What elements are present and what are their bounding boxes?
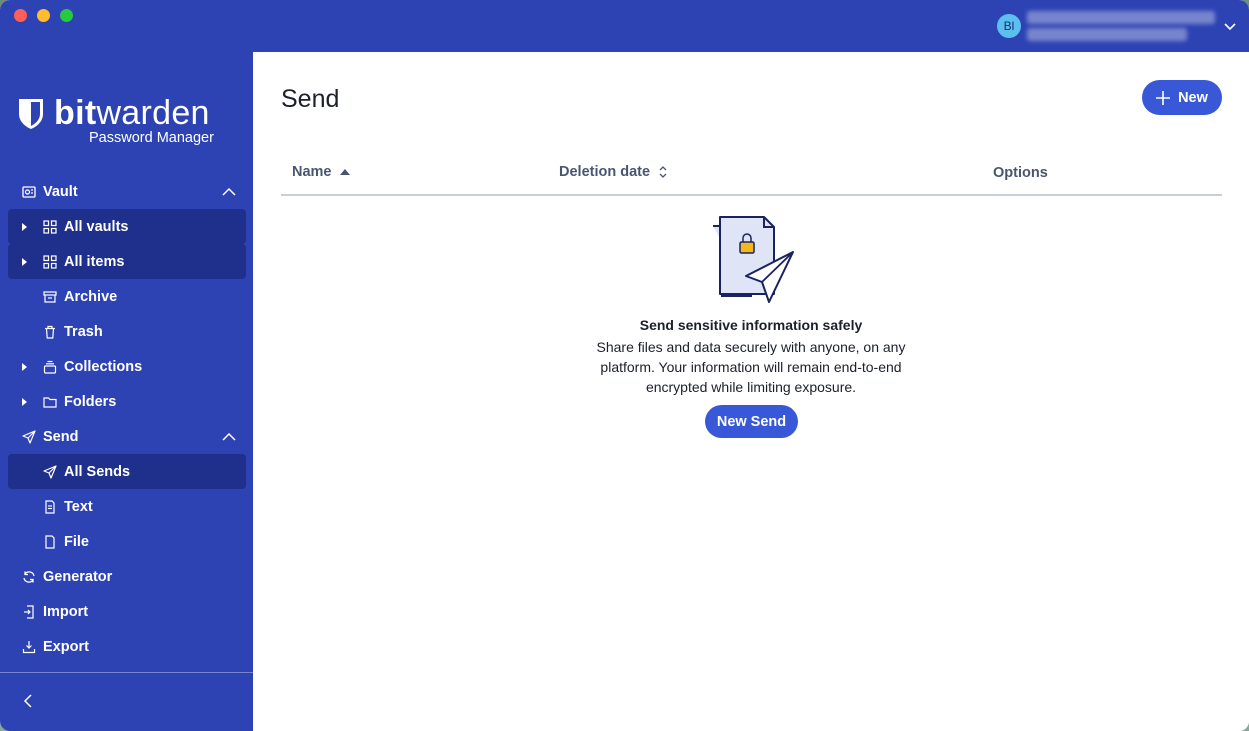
nav-import-label: Import — [43, 603, 89, 620]
nav-generator[interactable]: Generator — [8, 559, 246, 594]
avatar: Bl — [997, 14, 1021, 38]
bitwarden-logo: bitwarden Password Manager — [18, 94, 228, 154]
minimize-window-button[interactable] — [37, 9, 50, 22]
column-header-deletion-date[interactable]: Deletion date — [559, 164, 668, 180]
sidebar-divider — [0, 672, 253, 673]
nav-generator-label: Generator — [43, 568, 113, 585]
nav-trash[interactable]: Trash — [8, 314, 246, 349]
nav-collections[interactable]: Collections — [8, 349, 246, 384]
account-switcher[interactable]: Bl — [997, 8, 1239, 44]
sidebar: bitwarden Password Manager Vault All vau… — [0, 52, 253, 731]
caret-right-icon — [22, 397, 27, 406]
send-illustration-icon — [713, 216, 794, 303]
new-send-button[interactable]: New Send — [705, 405, 798, 438]
chevron-left-icon[interactable] — [20, 693, 36, 709]
sort-ascending-icon — [339, 169, 350, 175]
nav-export[interactable]: Export — [8, 629, 246, 664]
table-header-divider — [281, 194, 1222, 196]
nav-archive[interactable]: Archive — [8, 279, 246, 314]
file-text-icon — [45, 499, 55, 514]
file-icon — [45, 534, 55, 549]
nav-all-vaults-label: All vaults — [64, 218, 129, 235]
nav-all-vaults[interactable]: All vaults — [8, 209, 246, 244]
nav-file-label: File — [64, 533, 89, 550]
nav-all-sends-label: All Sends — [64, 463, 131, 480]
app-window: Bl bitwarden Password Manager Vault All … — [0, 0, 1249, 731]
logo-wordmark: bitwarden — [54, 94, 210, 132]
nav-send[interactable]: Send — [8, 419, 246, 454]
title-bar: Bl — [0, 0, 1249, 52]
nav-trash-label: Trash — [64, 323, 103, 340]
generator-icon — [23, 570, 35, 583]
empty-state-title: Send sensitive information safely — [639, 317, 863, 333]
collections-icon — [43, 360, 57, 374]
nav-collections-label: Collections — [64, 358, 143, 375]
nav-all-sends[interactable]: All Sends — [8, 454, 246, 489]
paper-plane-icon — [22, 429, 36, 444]
close-window-button[interactable] — [14, 9, 27, 22]
grid-icon — [43, 254, 57, 269]
empty-state-description: Share files and data securely with anyon… — [596, 339, 906, 395]
plus-icon — [1156, 90, 1171, 105]
account-email-redacted — [1027, 11, 1215, 41]
nav-text[interactable]: Text — [8, 489, 246, 524]
new-button-label: New — [1178, 89, 1208, 106]
export-icon — [22, 640, 36, 653]
trash-icon — [45, 325, 55, 339]
nav-folders[interactable]: Folders — [8, 384, 246, 419]
caret-right-icon — [22, 362, 27, 371]
nav-vault-label: Vault — [43, 183, 78, 200]
new-send-top-button[interactable]: New — [1142, 80, 1222, 115]
nav-export-label: Export — [43, 638, 89, 655]
nav-folders-label: Folders — [64, 393, 117, 410]
vault-icon — [22, 185, 36, 198]
sort-icon — [659, 166, 667, 178]
chevron-up-icon — [222, 432, 236, 441]
logo-subtitle: Password Manager — [89, 130, 214, 146]
grid-icon — [43, 219, 57, 234]
shield-icon — [19, 99, 43, 129]
page-title: Send — [281, 85, 340, 113]
caret-right-icon — [22, 222, 27, 231]
chevron-down-icon — [1224, 23, 1236, 31]
nav-all-items[interactable]: All items — [8, 244, 246, 279]
caret-right-icon — [22, 257, 27, 266]
nav-send-label: Send — [43, 428, 79, 445]
zoom-window-button[interactable] — [60, 9, 73, 22]
nav-import[interactable]: Import — [8, 594, 246, 629]
nav-text-label: Text — [64, 498, 93, 515]
nav-all-items-label: All items — [64, 253, 125, 270]
import-icon — [24, 604, 34, 619]
nav-vault[interactable]: Vault — [8, 174, 246, 209]
nav-archive-label: Archive — [64, 288, 118, 305]
nav-file[interactable]: File — [8, 524, 246, 559]
main-content: Send New Name Deletion date Options Send… — [253, 52, 1249, 731]
paper-plane-icon — [43, 464, 57, 479]
column-header-options: Options — [993, 165, 1048, 181]
chevron-up-icon — [222, 187, 236, 196]
archive-icon — [43, 290, 57, 303]
column-header-name[interactable]: Name — [292, 164, 350, 180]
folder-icon — [43, 396, 57, 408]
